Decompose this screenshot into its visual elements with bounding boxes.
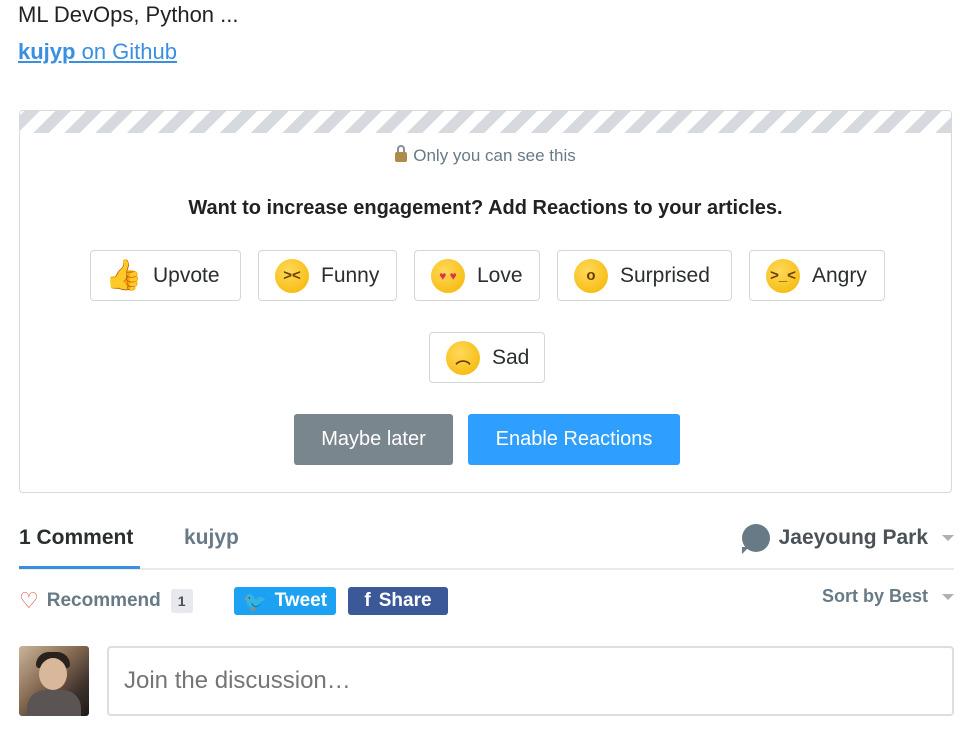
share-label: Share bbox=[378, 590, 432, 611]
reactions-headline: Want to increase engagement? Add Reactio… bbox=[188, 197, 783, 219]
reaction-label: Love bbox=[477, 263, 523, 287]
lock-icon bbox=[395, 145, 408, 162]
chat-bubble-icon bbox=[741, 524, 770, 554]
private-banner-stripes bbox=[20, 111, 951, 133]
heart-icon: ♡ bbox=[19, 588, 39, 613]
active-tab-indicator bbox=[19, 566, 140, 569]
sort-label: Sort by Best bbox=[821, 586, 928, 606]
chevron-down-icon bbox=[942, 535, 954, 541]
reaction-label: Sad bbox=[492, 345, 530, 369]
surprised-face-icon: o bbox=[574, 258, 608, 293]
laughing-face-icon: >< bbox=[275, 258, 309, 293]
comments-tab-bar: 1 Comment kujyp Jaeyoung Park bbox=[19, 520, 954, 570]
github-username: kujyp bbox=[18, 39, 76, 64]
github-link-suffix: on Github bbox=[75, 39, 177, 64]
enable-reactions-button[interactable]: Enable Reactions bbox=[468, 414, 680, 465]
angry-face-icon: >_< bbox=[766, 258, 800, 293]
reaction-surprised[interactable]: o Surprised bbox=[557, 250, 732, 301]
reaction-label: Funny bbox=[321, 263, 380, 287]
user-menu[interactable]: Jaeyoung Park bbox=[741, 524, 954, 554]
chevron-down-icon bbox=[942, 593, 954, 600]
user-name: Jaeyoung Park bbox=[778, 526, 928, 549]
heart-eyes-icon: ♥ ♥ bbox=[431, 258, 465, 293]
reaction-label: Upvote bbox=[153, 263, 220, 287]
comment-input[interactable] bbox=[107, 646, 954, 716]
sad-face-icon: ︵ bbox=[446, 340, 480, 375]
maybe-later-button[interactable]: Maybe later bbox=[294, 414, 453, 465]
reaction-funny[interactable]: >< Funny bbox=[258, 250, 397, 301]
profile-bio: ML DevOps, Python ... bbox=[18, 2, 239, 27]
reaction-label: Surprised bbox=[620, 263, 710, 287]
twitter-bird-icon: 🐦 bbox=[242, 590, 267, 613]
privacy-note-text: Only you can see this bbox=[413, 146, 576, 165]
recommend-label: Recommend bbox=[46, 590, 161, 611]
tab-comments[interactable]: 1 Comment bbox=[19, 526, 133, 564]
facebook-icon: f bbox=[364, 590, 371, 611]
tweet-button[interactable]: 🐦 Tweet bbox=[234, 587, 336, 615]
thumbs-up-icon: 👍 bbox=[105, 259, 143, 292]
recommend-button[interactable]: ♡ Recommend 1 bbox=[19, 588, 193, 614]
tab-community[interactable]: kujyp bbox=[184, 526, 239, 550]
recommend-count: 1 bbox=[170, 589, 193, 613]
reaction-upvote[interactable]: 👍 Upvote bbox=[90, 250, 241, 301]
sort-dropdown[interactable]: Sort by Best bbox=[822, 586, 954, 607]
tweet-label: Tweet bbox=[274, 590, 328, 611]
avatar bbox=[19, 646, 89, 716]
privacy-note: Only you can see this bbox=[20, 145, 951, 166]
github-link[interactable]: kujyp on Github bbox=[18, 39, 177, 65]
reaction-angry[interactable]: >_< Angry bbox=[749, 250, 885, 301]
facebook-share-button[interactable]: f Share bbox=[348, 587, 448, 615]
reaction-love[interactable]: ♥ ♥ Love bbox=[414, 250, 540, 301]
reactions-setup-panel: Only you can see this Want to increase e… bbox=[19, 110, 952, 493]
reaction-sad[interactable]: ︵ Sad bbox=[429, 332, 545, 383]
reaction-label: Angry bbox=[812, 263, 867, 287]
